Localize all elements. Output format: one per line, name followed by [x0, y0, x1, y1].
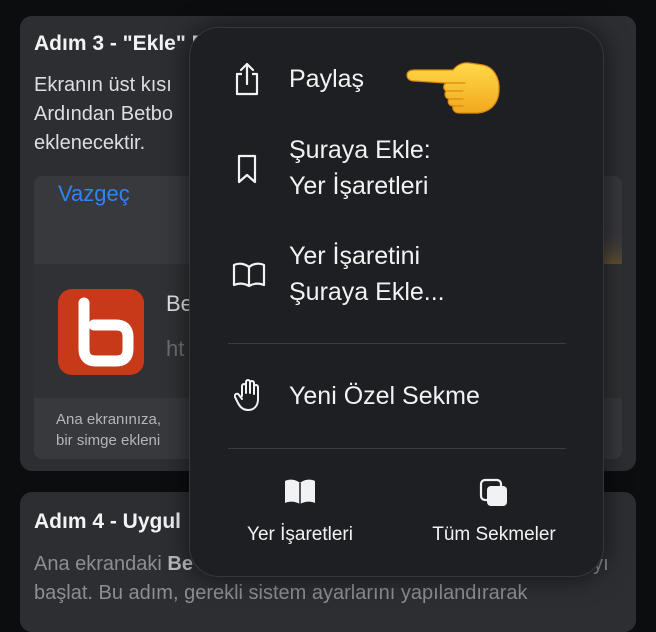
- step-3-text: Ekranın üst kısı Ardından Betbo eklenece…: [34, 71, 173, 158]
- menu-item-add-to-bookmarks[interactable]: Şuraya Ekle: Yer İşaretleri: [190, 132, 603, 208]
- step-4-bold: Be: [167, 553, 193, 575]
- pointing-hand-emoji: [403, 59, 503, 122]
- tabs-icon: [479, 478, 507, 506]
- share-label: Paylaş: [289, 65, 365, 93]
- new-private-tab-label: Yeni Özel Sekme: [289, 382, 480, 410]
- add-bookmark-label-line2: Şuraya Ekle...: [289, 278, 445, 306]
- menu-item-new-private-tab[interactable]: Yeni Özel Sekme: [190, 374, 603, 422]
- step-3-line: Ekranın üst kısı: [34, 74, 172, 96]
- share-icon: [232, 62, 262, 101]
- hand-icon: [233, 378, 264, 417]
- step-3-title: Adım 3 - "Ekle" B: [34, 32, 207, 55]
- open-book-icon: [285, 479, 315, 504]
- add-bookmark-label-line1: Yer İşaretini: [289, 242, 421, 270]
- menu-divider: [228, 343, 566, 344]
- bookmarks-label: Yer İşaretleri: [247, 524, 353, 545]
- step-3-line: eklenecektir.: [34, 132, 146, 154]
- add-to-label-line2: Yer İşaretleri: [289, 172, 429, 200]
- all-tabs-label: Tüm Sekmeler: [432, 524, 556, 545]
- footer-line: bir simge ekleni: [56, 432, 161, 449]
- add-to-label-line1: Şuraya Ekle:: [289, 136, 431, 164]
- screenshot-footer: Ana ekranınıza, bir simge ekleni: [56, 409, 161, 451]
- all-tabs-button[interactable]: Tüm Sekmeler: [414, 478, 574, 558]
- menu-item-add-bookmark[interactable]: Yer İşaretini Şuraya Ekle...: [190, 236, 603, 312]
- step-4-title: Adım 4 - Uygul: [34, 510, 182, 533]
- context-menu: Paylaş Şuraya Ekle: Yer İşaretleri Yer İ…: [189, 27, 604, 577]
- menu-item-share[interactable]: Paylaş: [190, 58, 603, 106]
- menu-divider: [228, 448, 566, 449]
- app-url: ht: [166, 336, 185, 361]
- footer-line: Ana ekranınıza,: [56, 411, 162, 428]
- step-4-text-part: Ana ekrandaki: [34, 553, 168, 575]
- app-logo-icon: [58, 289, 144, 375]
- cancel-link[interactable]: Vazgeç: [58, 181, 130, 207]
- book-icon: [232, 262, 266, 293]
- step-3-line: Ardından Betbo: [34, 103, 173, 125]
- bookmarks-button[interactable]: Yer İşaretleri: [220, 478, 380, 558]
- bookmark-icon: [236, 154, 258, 189]
